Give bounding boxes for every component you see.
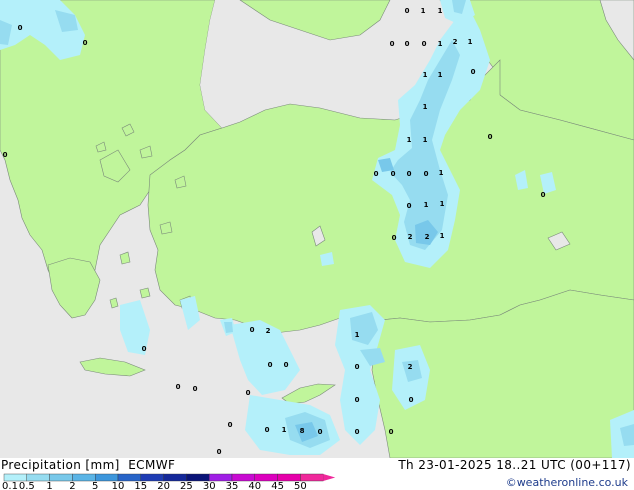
model-name: ECMWF bbox=[128, 458, 176, 472]
map-value-label: 0 bbox=[18, 24, 23, 32]
map-value-label: 0 bbox=[3, 151, 8, 159]
legend-swatch bbox=[117, 473, 141, 482]
legend-swatch bbox=[300, 473, 324, 482]
legend-tick-label: 1 bbox=[46, 481, 52, 490]
legend-tick-label: 0.1 bbox=[2, 481, 18, 490]
legend-tick-label: 5 bbox=[92, 481, 98, 490]
legend-tick-label: 25 bbox=[180, 481, 193, 490]
legend-swatch bbox=[72, 473, 96, 482]
legend-swatch bbox=[140, 473, 164, 482]
map-value-label: 1 bbox=[282, 426, 287, 434]
map-value-label: 0 bbox=[217, 448, 222, 456]
product-title: Precipitation [mm] ECMWF bbox=[1, 458, 175, 472]
legend-tick-label: 35 bbox=[226, 481, 239, 490]
map-value-label: 0 bbox=[391, 170, 396, 178]
map-value-label: 1 bbox=[424, 201, 429, 209]
legend-swatch bbox=[208, 473, 233, 482]
map-value-label: 1 bbox=[439, 169, 444, 177]
legend-tick-label: 50 bbox=[294, 481, 307, 490]
map-value-label: 0 bbox=[268, 361, 273, 369]
legend-swatch bbox=[94, 473, 119, 482]
product-name: Precipitation [mm] bbox=[1, 458, 120, 472]
map-value-label: 1 bbox=[440, 200, 445, 208]
map-value-label: 0 bbox=[390, 40, 395, 48]
map-value-label: 0 bbox=[389, 428, 394, 436]
precipitation-map: 0 1 1 0 0 0 1 2 1 1 1 0 1 1 1 0 0 0 0 1 0 1 1 0 2 2 1 0 2 1 0 0 0 0 2 0 0 0 0 0… bbox=[0, 0, 634, 458]
map-value-label: 0 bbox=[407, 202, 412, 210]
map-value-label: 0 bbox=[318, 428, 323, 436]
map-value-label: 1 bbox=[355, 331, 360, 339]
legend-tick-label: 0.5 bbox=[19, 481, 35, 490]
map-value-label: 0 bbox=[284, 361, 289, 369]
legend-swatch bbox=[254, 473, 278, 482]
legend-swatch bbox=[163, 473, 187, 482]
legend-swatch bbox=[186, 473, 210, 482]
map-value-label: 0 bbox=[409, 396, 414, 404]
legend-tick-label: 45 bbox=[271, 481, 284, 490]
map-canvas: 0 1 1 0 0 0 1 2 1 1 1 0 1 1 1 0 0 0 0 1 0 1 1 0 2 2 1 0 2 1 0 0 0 0 2 0 0 0 0 0… bbox=[0, 0, 634, 458]
color-legend: 0.1 0.5 1 2 5 10 15 20 25 30 35 40 45 50 bbox=[2, 473, 336, 490]
map-value-label: 0 bbox=[355, 428, 360, 436]
legend-swatch bbox=[3, 473, 27, 482]
map-value-label: 2 bbox=[408, 233, 413, 241]
map-value-label: 0 bbox=[193, 385, 198, 393]
map-value-label: 0 bbox=[246, 389, 251, 397]
valid-time: Th 23-01-2025 18..21 UTC (00+117) bbox=[398, 458, 631, 472]
map-value-label: 0 bbox=[83, 39, 88, 47]
map-value-label: 0 bbox=[407, 170, 412, 178]
map-value-label: 0 bbox=[228, 421, 233, 429]
map-value-label: 2 bbox=[266, 327, 271, 335]
map-value-label: 1 bbox=[407, 136, 412, 144]
legend-tick-label: 20 bbox=[157, 481, 170, 490]
map-value-label: 1 bbox=[423, 136, 428, 144]
credit-link[interactable]: ©weatheronline.co.uk bbox=[506, 476, 628, 489]
legend-tick-label: 10 bbox=[112, 481, 125, 490]
map-value-label: 0 bbox=[265, 426, 270, 434]
map-value-label: 1 bbox=[423, 71, 428, 79]
map-value-label: 0 bbox=[355, 363, 360, 371]
map-value-label: 0 bbox=[250, 326, 255, 334]
legend-arrow bbox=[323, 474, 336, 481]
legend-swatch bbox=[277, 473, 301, 482]
map-value-label: 0 bbox=[405, 40, 410, 48]
map-value-label: 0 bbox=[471, 68, 476, 76]
map-value-label: 0 bbox=[541, 191, 546, 199]
map-value-label: 0 bbox=[488, 133, 493, 141]
legend-swatch bbox=[231, 473, 255, 482]
map-value-label: 1 bbox=[468, 38, 473, 46]
map-value-label: 1 bbox=[423, 103, 428, 111]
map-value-label: 0 bbox=[422, 40, 427, 48]
map-value-label: 0 bbox=[355, 396, 360, 404]
legend-swatch bbox=[49, 473, 73, 482]
legend-tick-label: 15 bbox=[134, 481, 147, 490]
map-value-label: 8 bbox=[300, 427, 305, 435]
legend-swatch bbox=[26, 473, 50, 482]
map-value-label: 1 bbox=[421, 7, 426, 15]
legend-tick-label: 40 bbox=[248, 481, 261, 490]
map-value-label: 0 bbox=[176, 383, 181, 391]
map-value-label: 0 bbox=[424, 170, 429, 178]
map-value-label: 2 bbox=[425, 233, 430, 241]
map-value-label: 1 bbox=[438, 71, 443, 79]
map-value-label: 1 bbox=[438, 40, 443, 48]
map-value-label: 1 bbox=[440, 232, 445, 240]
legend-tick-label: 2 bbox=[69, 481, 75, 490]
map-value-label: 0 bbox=[142, 345, 147, 353]
legend-tick-label: 30 bbox=[203, 481, 216, 490]
map-value-label: 0 bbox=[374, 170, 379, 178]
footer-bar: Precipitation [mm] ECMWF Th 23-01-2025 1… bbox=[0, 458, 634, 490]
map-value-label: 0 bbox=[392, 234, 397, 242]
map-value-label: 2 bbox=[453, 38, 458, 46]
map-value-label: 2 bbox=[408, 363, 413, 371]
map-value-label: 0 bbox=[405, 7, 410, 15]
map-value-label: 1 bbox=[438, 7, 443, 15]
